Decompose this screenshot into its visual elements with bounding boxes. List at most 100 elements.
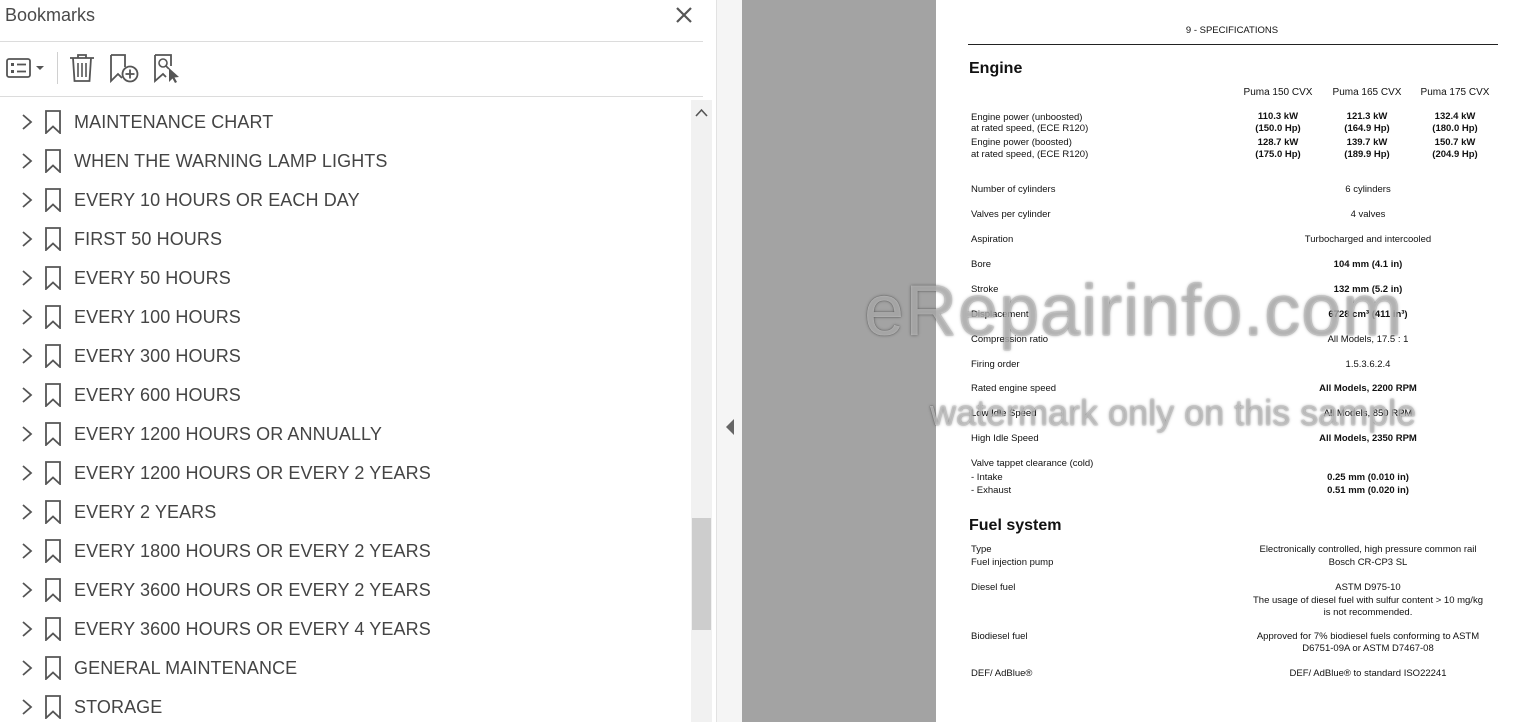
chevron-right-icon[interactable] bbox=[19, 620, 35, 638]
chevron-right-icon[interactable] bbox=[19, 269, 35, 287]
spec-value: Electronically controlled, high pressure… bbox=[1259, 544, 1477, 555]
spec-value: 104 mm (4.1 in) bbox=[1333, 259, 1403, 270]
bookmark-label: MAINTENANCE CHART bbox=[74, 112, 274, 132]
bookmark-item[interactable]: EVERY 3600 HOURS OR EVERY 2 YEARS bbox=[0, 570, 690, 609]
bookmarks-toolbar bbox=[0, 42, 703, 96]
bookmark-icon bbox=[45, 110, 61, 134]
chevron-right-icon[interactable] bbox=[19, 698, 35, 716]
chevron-right-icon[interactable] bbox=[19, 230, 35, 248]
bookmark-label: EVERY 2 YEARS bbox=[74, 502, 217, 522]
spec-value: 139.7 kW bbox=[1346, 137, 1388, 148]
divider bbox=[0, 96, 703, 97]
spec-value: (175.0 Hp) bbox=[1255, 149, 1301, 160]
bookmark-item[interactable]: EVERY 600 HOURS bbox=[0, 375, 690, 414]
spec-value: 132.4 kW bbox=[1434, 111, 1476, 122]
scroll-up-icon[interactable] bbox=[691, 100, 712, 126]
chevron-right-icon[interactable] bbox=[19, 347, 35, 365]
spec-value: (150.0 Hp) bbox=[1255, 123, 1301, 134]
chevron-right-icon[interactable] bbox=[19, 503, 35, 521]
spec-value: 0.25 mm (0.010 in) bbox=[1327, 472, 1409, 483]
spec-value: (189.9 Hp) bbox=[1344, 149, 1390, 160]
bookmark-icon bbox=[45, 695, 61, 719]
bookmark-icon bbox=[45, 461, 61, 485]
chevron-right-icon[interactable] bbox=[19, 308, 35, 326]
bookmark-item[interactable]: MAINTENANCE CHART bbox=[0, 102, 690, 141]
close-icon[interactable] bbox=[672, 3, 696, 27]
delete-bookmark-button[interactable] bbox=[66, 52, 98, 84]
spec-value: All Models, 2350 RPM bbox=[1319, 433, 1417, 444]
bookmark-item[interactable]: EVERY 1800 HOURS OR EVERY 2 YEARS bbox=[0, 531, 690, 570]
spec-value: DEF/ AdBlue® to standard ISO22241 bbox=[1289, 668, 1447, 679]
chevron-right-icon[interactable] bbox=[19, 581, 35, 599]
spec-label: Type bbox=[971, 544, 992, 555]
panel-collapse-splitter[interactable] bbox=[716, 0, 742, 722]
bookmark-icon bbox=[45, 383, 61, 407]
spec-value: The usage of diesel fuel with sulfur con… bbox=[1253, 595, 1483, 606]
bookmark-icon bbox=[45, 500, 61, 524]
spec-value: (180.0 Hp) bbox=[1432, 123, 1478, 134]
bookmark-item[interactable]: GENERAL MAINTENANCE bbox=[0, 648, 690, 687]
section-title-fuel: Fuel system bbox=[969, 517, 1062, 534]
bookmark-icon bbox=[45, 539, 61, 563]
bookmark-icon bbox=[45, 266, 61, 290]
toolbar-separator bbox=[57, 52, 58, 84]
chevron-right-icon[interactable] bbox=[19, 464, 35, 482]
column-header: Puma 150 CVX bbox=[1243, 87, 1313, 98]
bookmark-list: MAINTENANCE CHART WHEN THE WARNING LAMP … bbox=[0, 100, 690, 722]
spec-label: Stroke bbox=[971, 284, 999, 295]
spec-value: Approved for 7% biodiesel fuels conformi… bbox=[1256, 631, 1480, 642]
spec-label: - Exhaust bbox=[971, 485, 1012, 496]
chevron-right-icon[interactable] bbox=[19, 152, 35, 170]
bookmark-icon bbox=[45, 149, 61, 173]
bookmark-item[interactable]: WHEN THE WARNING LAMP LIGHTS bbox=[0, 141, 690, 180]
spec-value: Bosch CR-CP3 SL bbox=[1328, 557, 1408, 568]
bookmark-item[interactable]: EVERY 2 YEARS bbox=[0, 492, 690, 531]
bookmark-item[interactable]: EVERY 3600 HOURS OR EVERY 4 YEARS bbox=[0, 609, 690, 648]
chevron-right-icon[interactable] bbox=[19, 113, 35, 131]
spec-value: 121.3 kW bbox=[1346, 111, 1388, 122]
scrollbar-thumb[interactable] bbox=[692, 518, 711, 630]
bookmark-item[interactable]: EVERY 10 HOURS OR EACH DAY bbox=[0, 180, 690, 219]
document-page: 9 - SPECIFICATIONS Engine Puma 150 CVX P… bbox=[936, 0, 1518, 722]
bookmark-label: EVERY 10 HOURS OR EACH DAY bbox=[74, 190, 360, 210]
chevron-right-icon[interactable] bbox=[19, 425, 35, 443]
chevron-right-icon[interactable] bbox=[19, 542, 35, 560]
bookmark-label: EVERY 1800 HOURS OR EVERY 2 YEARS bbox=[74, 541, 431, 561]
bookmark-item[interactable]: EVERY 1200 HOURS OR EVERY 2 YEARS bbox=[0, 453, 690, 492]
find-current-bookmark-button[interactable] bbox=[152, 52, 184, 84]
bookmark-item[interactable]: STORAGE bbox=[0, 687, 690, 722]
bookmark-add-icon bbox=[110, 54, 139, 84]
spec-value: 150.7 kW bbox=[1434, 137, 1476, 148]
bookmark-item[interactable]: EVERY 50 HOURS bbox=[0, 258, 690, 297]
spec-value: (204.9 Hp) bbox=[1432, 149, 1478, 160]
spec-label: Fuel injection pump bbox=[971, 557, 1054, 568]
spec-value: All Models, 2200 RPM bbox=[1319, 383, 1417, 394]
spec-value: 132 mm (5.2 in) bbox=[1333, 284, 1403, 295]
spec-value: 110.3 kW bbox=[1257, 111, 1299, 122]
spec-label: Engine power (boosted) bbox=[971, 137, 1072, 148]
spec-label: DEF/ AdBlue® bbox=[971, 668, 1033, 679]
bookmark-icon bbox=[45, 578, 61, 602]
bookmark-icon bbox=[45, 188, 61, 212]
spec-value: is not recommended. bbox=[1323, 607, 1413, 618]
spec-label: Number of cylinders bbox=[971, 184, 1056, 195]
spec-value: 1.5.3.6.2.4 bbox=[1345, 359, 1391, 370]
chevron-right-icon[interactable] bbox=[19, 386, 35, 404]
new-bookmark-button[interactable] bbox=[108, 52, 140, 84]
bookmark-item[interactable]: EVERY 1200 HOURS OR ANNUALLY bbox=[0, 414, 690, 453]
bookmark-item[interactable]: EVERY 100 HOURS bbox=[0, 297, 690, 336]
bookmark-label: EVERY 100 HOURS bbox=[74, 307, 241, 327]
bookmark-icon bbox=[45, 422, 61, 446]
spec-value: 4 valves bbox=[1350, 209, 1386, 220]
chevron-right-icon[interactable] bbox=[19, 659, 35, 677]
collapse-left-icon[interactable] bbox=[725, 418, 735, 436]
spec-value: D6751-09A or ASTM D7467-08 bbox=[1302, 643, 1434, 654]
page-header: 9 - SPECIFICATIONS bbox=[1185, 25, 1279, 36]
bookmark-item[interactable]: EVERY 300 HOURS bbox=[0, 336, 690, 375]
chevron-right-icon[interactable] bbox=[19, 191, 35, 209]
bookmark-item[interactable]: FIRST 50 HOURS bbox=[0, 219, 690, 258]
bookmarks-scrollbar[interactable] bbox=[691, 100, 712, 722]
document-viewport[interactable]: 9 - SPECIFICATIONS Engine Puma 150 CVX P… bbox=[742, 0, 1518, 722]
options-menu-button[interactable] bbox=[4, 52, 48, 84]
bookmark-label: EVERY 50 HOURS bbox=[74, 268, 231, 288]
